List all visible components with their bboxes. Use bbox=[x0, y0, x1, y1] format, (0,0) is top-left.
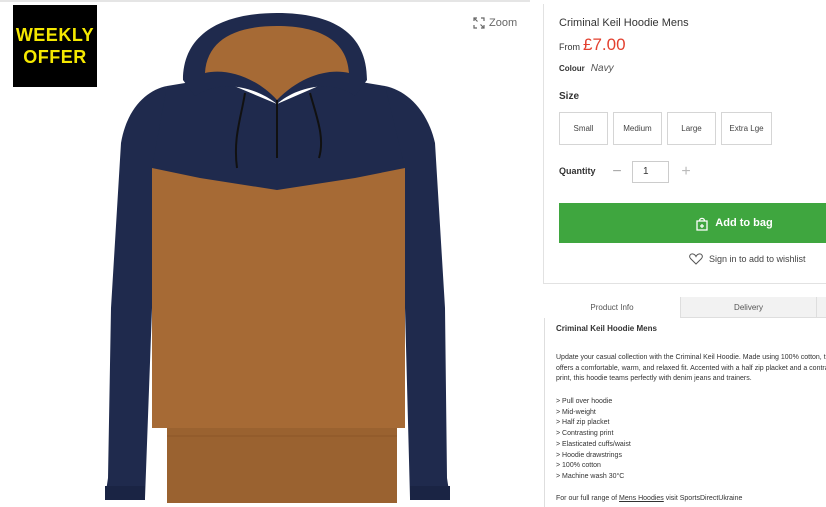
size-option-extra-large[interactable]: Extra Lge bbox=[721, 112, 772, 145]
size-option-large[interactable]: Large bbox=[667, 112, 716, 145]
colour-row: Colour Navy bbox=[559, 63, 614, 74]
feature-item: > Mid-weight bbox=[556, 408, 596, 416]
colour-value: Navy bbox=[590, 63, 614, 74]
wishlist-label: Sign in to add to wishlist bbox=[709, 254, 806, 264]
product-title: Criminal Keil Hoodie Mens bbox=[559, 17, 689, 29]
feature-item: > Pull over hoodie bbox=[556, 398, 613, 405]
size-option-medium[interactable]: Medium bbox=[613, 112, 662, 145]
top-divider bbox=[0, 0, 530, 2]
feature-item: > Elasticated cuffs/waist bbox=[556, 440, 631, 448]
quantity-input[interactable]: 1 bbox=[632, 161, 669, 183]
full-range-text: For our full range of Mens Hoodies visit… bbox=[556, 495, 742, 502]
size-options: Small Medium Large Extra Lge bbox=[559, 112, 772, 145]
range-suffix: visit SportsDirectUkraine bbox=[665, 495, 743, 502]
product-image[interactable] bbox=[105, 8, 450, 503]
price-prefix: From bbox=[559, 42, 580, 52]
info-description: Update your casual collection with the C… bbox=[556, 353, 826, 385]
tab-more[interactable] bbox=[817, 297, 826, 318]
heart-plus-icon bbox=[689, 253, 703, 265]
shopping-bag-icon bbox=[696, 217, 708, 231]
tab-product-info[interactable]: Product Info bbox=[544, 297, 681, 318]
tab-delivery[interactable]: Delivery bbox=[681, 297, 817, 318]
feature-item: > Hoodie drawstrings bbox=[556, 451, 622, 459]
quantity-increase-button[interactable]: + bbox=[678, 163, 694, 181]
quantity-decrease-button[interactable]: − bbox=[609, 163, 625, 181]
feature-item: > Half zip placket bbox=[556, 419, 610, 427]
zoom-button[interactable]: Zoom bbox=[473, 17, 517, 29]
quantity-label: Quantity bbox=[559, 166, 596, 176]
price: From £7.00 bbox=[559, 35, 626, 55]
feature-item: > Contrasting print bbox=[556, 430, 614, 438]
colour-label: Colour bbox=[559, 64, 585, 73]
badge-line-1: WEEKLY bbox=[15, 25, 95, 45]
zoom-label: Zoom bbox=[489, 17, 518, 29]
add-to-bag-label: Add to bag bbox=[715, 217, 773, 229]
description-line: print, this hoodie teams perfectly with … bbox=[556, 375, 752, 382]
size-option-small[interactable]: Small bbox=[559, 112, 608, 145]
info-title: Criminal Keil Hoodie Mens bbox=[556, 324, 657, 333]
add-to-bag-button[interactable]: Add to bag bbox=[559, 203, 826, 243]
badge-line-2: OFFER bbox=[23, 47, 87, 67]
feature-list: > Pull over hoodie > Mid-weight > Half z… bbox=[556, 397, 631, 483]
range-prefix: For our full range of bbox=[556, 495, 618, 502]
feature-item: > Machine wash 30°C bbox=[556, 472, 625, 480]
price-value: £7.00 bbox=[583, 35, 626, 54]
mens-hoodies-link[interactable]: Mens Hoodies bbox=[619, 495, 664, 502]
weekly-offer-badge: WEEKLY OFFER bbox=[13, 5, 97, 87]
description-line: Update your casual collection with the C… bbox=[556, 354, 826, 361]
description-line: offers a comfortable, warm, and relaxed … bbox=[556, 364, 826, 372]
size-label: Size bbox=[559, 91, 580, 102]
zoom-expand-icon bbox=[473, 17, 485, 29]
wishlist-link[interactable]: Sign in to add to wishlist bbox=[689, 253, 806, 265]
feature-item: > 100% cotton bbox=[556, 462, 601, 470]
